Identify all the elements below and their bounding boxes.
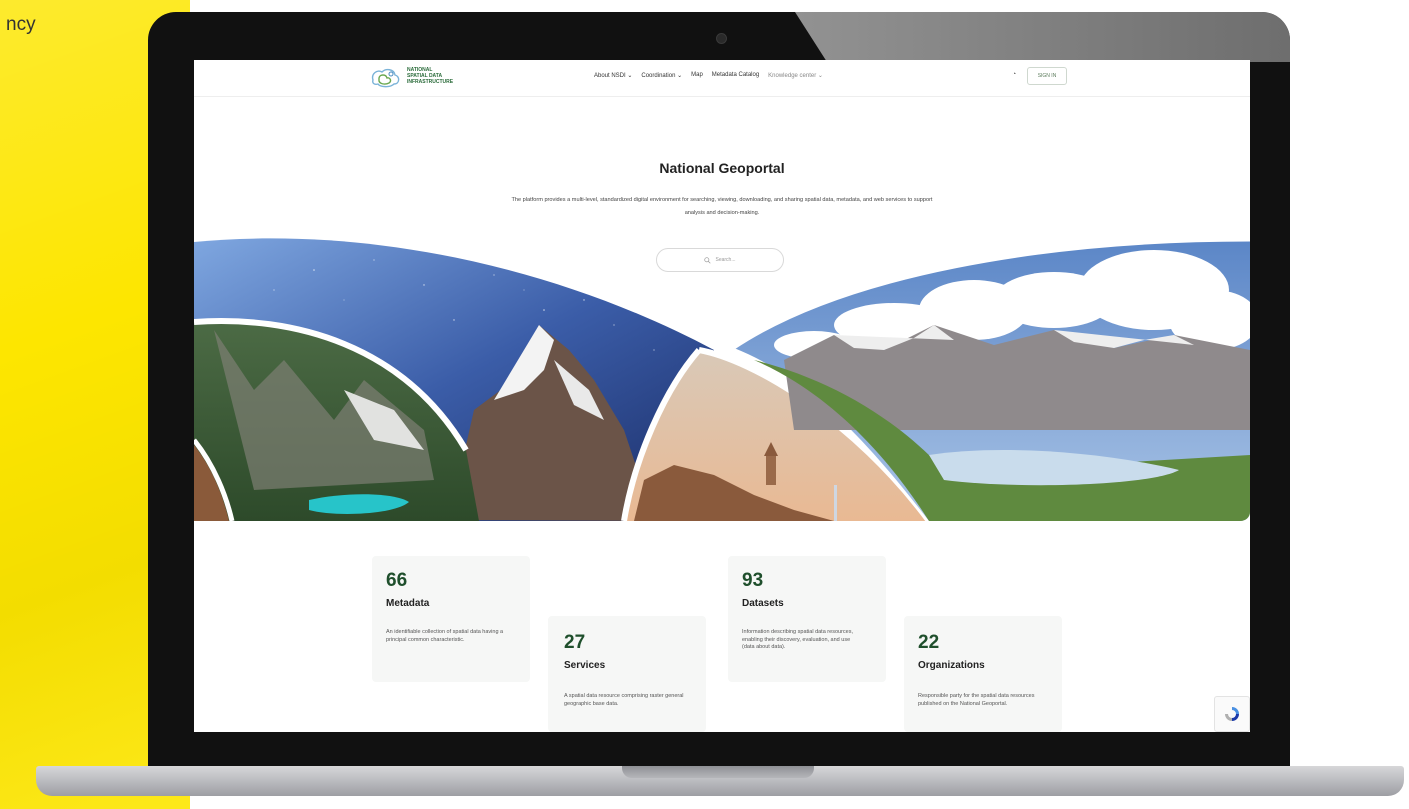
landscape-collage bbox=[194, 238, 1250, 521]
stat-metadata[interactable]: 66 Metadata An identifiable collection o… bbox=[386, 570, 536, 644]
camera-icon bbox=[716, 33, 727, 44]
corner-text: ncy bbox=[6, 14, 36, 35]
nav-coordination[interactable]: Coordination ⌄ bbox=[641, 72, 682, 79]
stat-description: An identifiable collection of spatial da… bbox=[386, 629, 504, 643]
user-icon[interactable]: ◔ bbox=[1012, 71, 1016, 78]
nav-knowledge-center[interactable]: Knowledge center ⌄ bbox=[768, 72, 823, 79]
hero-description: The platform provides a multi-level, sta… bbox=[511, 197, 933, 216]
stat-number: 27 bbox=[564, 632, 586, 653]
search-input[interactable]: Search... bbox=[656, 248, 784, 272]
stat-number: 22 bbox=[918, 632, 940, 653]
page-title: National Geoportal bbox=[659, 160, 785, 176]
stat-description: Information describing spatial data reso… bbox=[742, 629, 853, 650]
chevron-down-icon: ⌄ bbox=[677, 73, 683, 79]
laptop-base-notch bbox=[622, 766, 814, 778]
recaptcha-badge[interactable] bbox=[1214, 696, 1250, 732]
nav-metadata-catalog[interactable]: Metadata Catalog bbox=[712, 72, 759, 79]
stat-description: A spatial data resource comprising raste… bbox=[564, 693, 684, 707]
nav-about-nsdi[interactable]: About NSDI ⌄ bbox=[594, 72, 632, 79]
laptop-lid-glare bbox=[795, 12, 1290, 62]
stat-organizations[interactable]: 22 Organizations Responsible party for t… bbox=[918, 632, 1068, 708]
stat-label: Datasets bbox=[742, 598, 784, 609]
search-icon bbox=[704, 256, 712, 264]
main-nav: About NSDI ⌄ Coordination ⌄ Map Metadata… bbox=[594, 72, 823, 79]
nsdi-logo-icon[interactable] bbox=[370, 66, 402, 88]
stat-label: Services bbox=[564, 660, 606, 671]
sign-in-button[interactable]: SIGN IN bbox=[1027, 67, 1067, 85]
stat-services[interactable]: 27 Services A spatial data resource comp… bbox=[564, 632, 714, 708]
logo-text: NATIONAL SPATIAL DATA INFRASTRUCTURE bbox=[407, 67, 454, 85]
recaptcha-icon bbox=[1225, 707, 1239, 721]
nav-map[interactable]: Map bbox=[691, 72, 703, 79]
site-header: NATIONAL SPATIAL DATA INFRASTRUCTURE Abo… bbox=[194, 60, 1250, 97]
stat-number: 66 bbox=[386, 570, 408, 591]
chevron-down-icon: ⌄ bbox=[627, 73, 633, 79]
laptop-screen: NATIONAL SPATIAL DATA INFRASTRUCTURE Abo… bbox=[194, 60, 1250, 732]
stat-description: Responsible party for the spatial data r… bbox=[918, 693, 1035, 707]
stat-datasets[interactable]: 93 Datasets Information describing spati… bbox=[742, 570, 892, 652]
search-placeholder: Search... bbox=[715, 257, 736, 263]
stat-number: 93 bbox=[742, 570, 764, 591]
stat-label: Organizations bbox=[918, 660, 985, 671]
stat-label: Metadata bbox=[386, 598, 430, 609]
chevron-down-icon: ⌄ bbox=[817, 73, 823, 79]
